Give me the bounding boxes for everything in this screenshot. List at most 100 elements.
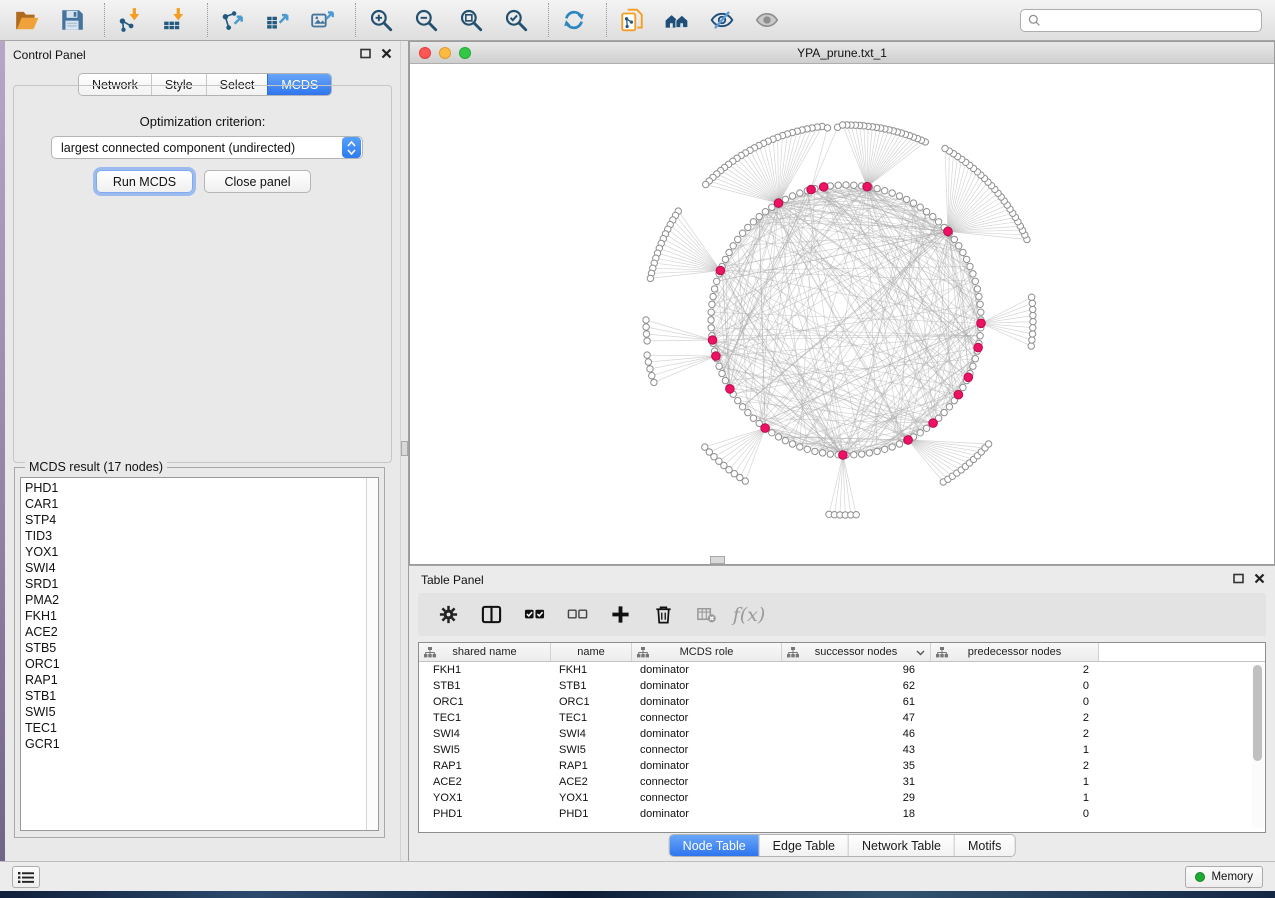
add-column-icon[interactable] (607, 602, 633, 628)
horizontal-splitter-grip[interactable] (710, 556, 725, 564)
export-network-icon[interactable] (218, 5, 248, 35)
mcds-result-title: MCDS result (17 nodes) (25, 460, 167, 474)
table-settings-gear-icon[interactable] (435, 602, 461, 628)
criterion-dropdown[interactable]: largest connected component (undirected) (51, 136, 363, 159)
mcds-node-item[interactable]: ACE2 (25, 624, 366, 640)
splitter-grip[interactable] (401, 441, 408, 456)
mcds-node-item[interactable]: STP4 (25, 512, 366, 528)
mcds-node-item[interactable]: GCR1 (25, 736, 366, 752)
table-type-tabs: Node TableEdge TableNetwork TableMotifs (669, 834, 1016, 857)
table-cell: STB1 (551, 680, 632, 692)
mcds-node-item[interactable]: PHD1 (25, 480, 366, 496)
hide-selected-icon[interactable] (707, 5, 737, 35)
table-row[interactable]: ACE2ACE2connector311 (419, 774, 1265, 790)
delete-column-icon[interactable] (650, 602, 676, 628)
tab-node-table[interactable]: Node Table (670, 835, 759, 856)
close-panel-button[interactable]: Close panel (204, 170, 311, 193)
show-columns-icon[interactable] (478, 602, 504, 628)
table-row[interactable]: SWI5SWI5connector431 (419, 742, 1265, 758)
table-cell: 47 (782, 712, 931, 724)
table-row[interactable]: PHD1PHD1dominator180 (419, 806, 1265, 822)
table-cell: 31 (782, 776, 931, 788)
table-toolbar: f(x) (418, 593, 1266, 636)
run-mcds-button[interactable]: Run MCDS (96, 170, 193, 193)
mcds-node-item[interactable]: SRD1 (25, 576, 366, 592)
vertical-splitter[interactable] (400, 41, 409, 861)
column-header-MCDS-role[interactable]: MCDS role (632, 643, 782, 661)
table-cell: SWI5 (419, 744, 551, 756)
table-cell: 96 (782, 664, 931, 676)
mcds-node-item[interactable]: STB5 (25, 640, 366, 656)
import-table-icon[interactable] (160, 5, 190, 35)
refresh-icon[interactable] (559, 5, 589, 35)
search-input[interactable] (1046, 12, 1261, 30)
column-header-name[interactable]: name (551, 643, 632, 661)
close-window-icon[interactable] (419, 47, 431, 59)
task-history-button[interactable] (12, 866, 40, 888)
mcds-node-item[interactable]: TEC1 (25, 720, 366, 736)
table-cell: connector (632, 792, 782, 804)
export-image-icon[interactable] (308, 5, 338, 35)
first-neighbors-icon[interactable] (662, 5, 692, 35)
zoom-selected-icon[interactable] (501, 5, 531, 35)
mcds-node-item[interactable]: SWI4 (25, 560, 366, 576)
mcds-node-item[interactable]: PMA2 (25, 592, 366, 608)
mcds-list-scrollbar[interactable] (366, 478, 378, 830)
table-scrollbar-thumb[interactable] (1253, 665, 1262, 761)
clone-network-icon[interactable] (617, 5, 647, 35)
search-field[interactable] (1020, 9, 1262, 32)
mcds-node-item[interactable]: FKH1 (25, 608, 366, 624)
table-cell: dominator (632, 664, 782, 676)
select-all-icon[interactable] (521, 602, 547, 628)
table-cell: ACE2 (419, 776, 551, 788)
table-row[interactable]: YOX1YOX1connector291 (419, 790, 1265, 806)
zoom-out-icon[interactable] (411, 5, 441, 35)
column-header-shared-name[interactable]: shared name (419, 643, 551, 661)
memory-button[interactable]: Memory (1185, 866, 1263, 888)
deselect-all-icon[interactable] (564, 602, 590, 628)
mcds-node-item[interactable]: SWI5 (25, 704, 366, 720)
zoom-in-icon[interactable] (366, 5, 396, 35)
import-network-icon[interactable] (115, 5, 145, 35)
table-row[interactable]: RAP1RAP1dominator352 (419, 758, 1265, 774)
table-row[interactable]: SWI4SWI4dominator462 (419, 726, 1265, 742)
toolbar-separator (207, 3, 208, 37)
export-table-icon[interactable] (263, 5, 293, 35)
table-row[interactable]: ORC1ORC1dominator610 (419, 694, 1265, 710)
table-cell: 18 (782, 808, 931, 820)
minimize-window-icon[interactable] (439, 47, 451, 59)
search-icon (1028, 14, 1041, 27)
save-icon[interactable] (57, 5, 87, 35)
zoom-fit-icon[interactable] (456, 5, 486, 35)
open-file-icon[interactable] (12, 5, 42, 35)
table-cell: SWI5 (551, 744, 632, 756)
network-canvas[interactable] (410, 64, 1274, 564)
table-cell: PHD1 (551, 808, 632, 820)
mcds-node-item[interactable]: CAR1 (25, 496, 366, 512)
network-window-titlebar[interactable]: YPA_prune.txt_1 (410, 42, 1274, 64)
tab-network-table[interactable]: Network Table (848, 835, 954, 856)
mcds-node-item[interactable]: ORC1 (25, 656, 366, 672)
show-all-icon[interactable] (752, 5, 782, 35)
mcds-node-item[interactable]: STB1 (25, 688, 366, 704)
toolbar-separator (355, 3, 356, 37)
tab-motifs[interactable]: Motifs (954, 835, 1014, 856)
close-panel-icon[interactable] (1254, 573, 1265, 584)
mcds-node-item[interactable]: TID3 (25, 528, 366, 544)
table-cell: 43 (782, 744, 931, 756)
table-row[interactable]: TEC1TEC1connector472 (419, 710, 1265, 726)
table-row[interactable]: FKH1FKH1dominator962 (419, 662, 1265, 678)
table-scrollbar[interactable] (1252, 664, 1264, 828)
float-panel-icon[interactable] (360, 48, 371, 59)
close-panel-icon[interactable] (381, 48, 392, 59)
column-header-predecessor-nodes[interactable]: predecessor nodes (931, 643, 1099, 661)
tab-edge-table[interactable]: Edge Table (759, 835, 848, 856)
mcds-node-item[interactable]: RAP1 (25, 672, 366, 688)
maximize-window-icon[interactable] (459, 47, 471, 59)
table-row[interactable]: STB1STB1dominator620 (419, 678, 1265, 694)
mcds-result-list[interactable]: PHD1CAR1STP4TID3YOX1SWI4SRD1PMA2FKH1ACE2… (21, 478, 366, 830)
float-panel-icon[interactable] (1233, 573, 1244, 584)
column-header-successor-nodes[interactable]: successor nodes (782, 643, 931, 661)
mcds-node-item[interactable]: YOX1 (25, 544, 366, 560)
network-graph[interactable] (410, 64, 1274, 564)
